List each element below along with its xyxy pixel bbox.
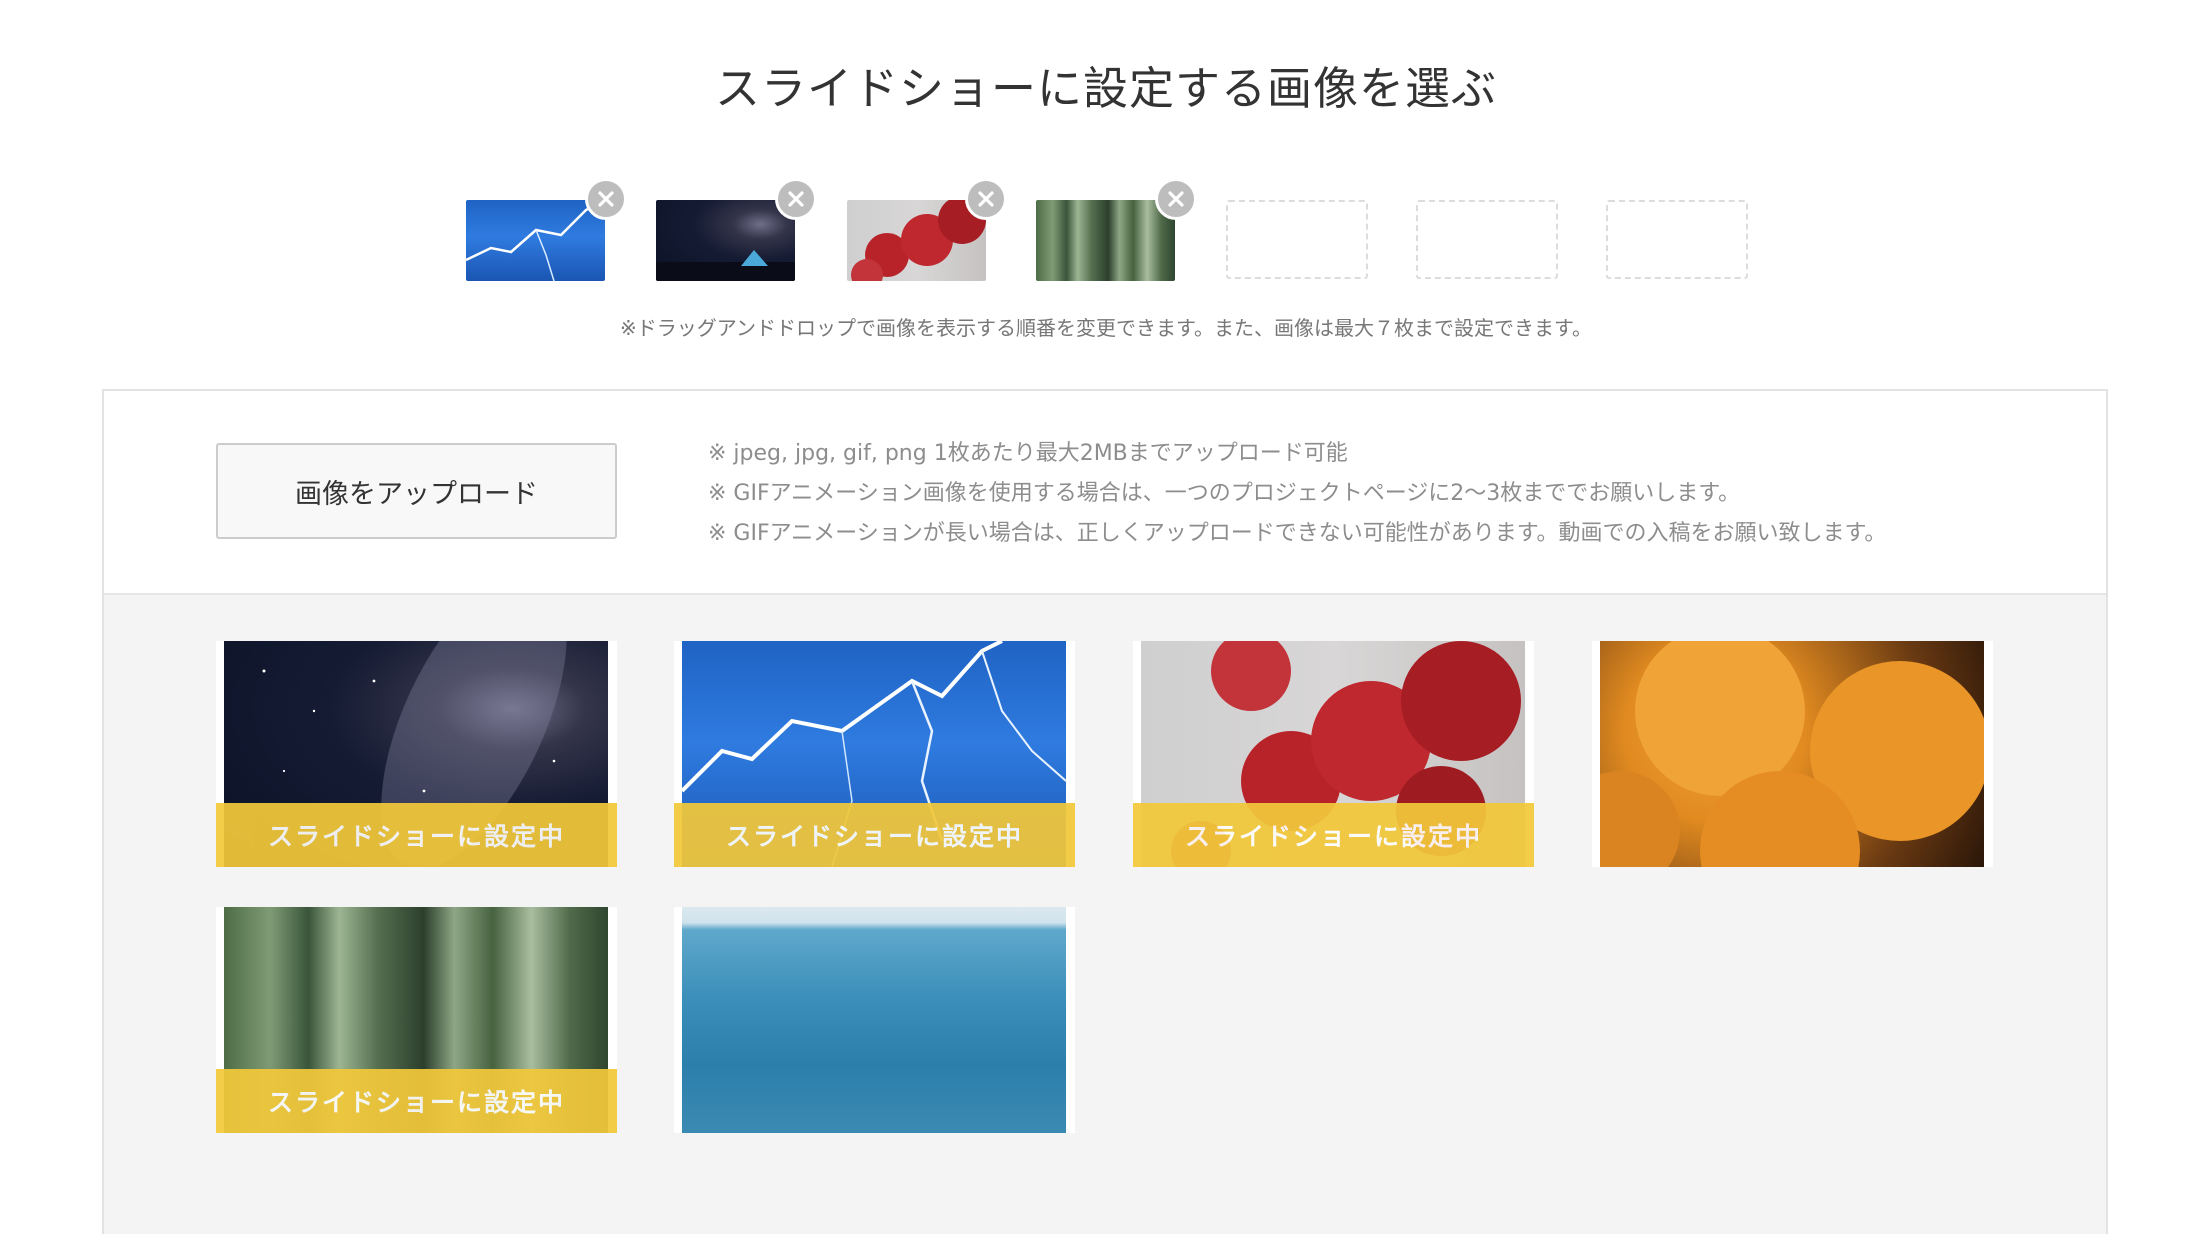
gallery-item-6[interactable] (674, 907, 1075, 1133)
upload-note-3: ※ GIFアニメーションが長い場合は、正しくアップロードできない可能性があります… (708, 521, 1887, 546)
close-icon (1168, 191, 1184, 207)
oranges-image (1600, 641, 1984, 867)
selected-thumb-1[interactable] (466, 200, 605, 281)
upload-note-2: ※ GIFアニメーション画像を使用する場合は、一つのプロジェクトページに2〜3枚… (708, 481, 1741, 506)
close-icon (788, 191, 804, 207)
remove-button-4[interactable] (1155, 178, 1197, 220)
slideshow-badge: スライドショーに設定中 (216, 803, 617, 867)
gallery-item-2[interactable]: スライドショーに設定中 (674, 641, 1075, 867)
empty-slot-5[interactable] (1226, 200, 1368, 279)
empty-slot-6[interactable] (1416, 200, 1558, 279)
gallery-item-1[interactable]: スライドショーに設定中 (216, 641, 617, 867)
slideshow-badge: スライドショーに設定中 (674, 803, 1075, 867)
sea-image (682, 907, 1066, 1133)
gallery-item-4[interactable] (1592, 641, 1993, 867)
page-title: スライドショーに設定する画像を選ぶ (714, 62, 1497, 115)
remove-button-3[interactable] (965, 178, 1007, 220)
remove-button-1[interactable] (585, 178, 627, 220)
slideshow-badge: スライドショーに設定中 (1133, 803, 1534, 867)
remove-button-2[interactable] (775, 178, 817, 220)
selected-thumb-2[interactable] (656, 200, 795, 281)
selected-thumb-3[interactable] (847, 200, 986, 281)
upload-button[interactable]: 画像をアップロード (216, 443, 617, 539)
gallery-item-3[interactable]: スライドショーに設定中 (1133, 641, 1534, 867)
selected-thumb-4[interactable] (1036, 200, 1175, 281)
empty-slot-7[interactable] (1606, 200, 1748, 279)
selection-note: ※ドラッグアンドドロップで画像を表示する順番を変更できます。また、画像は最大７枚… (620, 316, 1592, 340)
gallery-item-5[interactable]: スライドショーに設定中 (216, 907, 617, 1133)
close-icon (598, 191, 614, 207)
close-icon (978, 191, 994, 207)
slideshow-badge: スライドショーに設定中 (216, 1069, 617, 1133)
upload-note-1: ※ jpeg, jpg, gif, png 1枚あたり最大2MBまでアップロード… (708, 441, 1348, 466)
